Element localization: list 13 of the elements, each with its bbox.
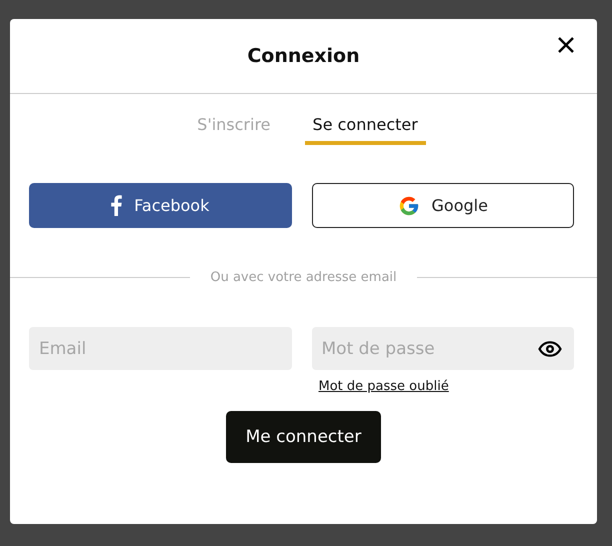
login-button[interactable]: Me connecter xyxy=(226,411,382,463)
google-login-button[interactable]: Google xyxy=(312,183,574,228)
google-icon xyxy=(398,194,420,216)
close-icon[interactable] xyxy=(557,36,575,54)
email-field[interactable]: Email xyxy=(29,327,292,370)
forgot-password-link[interactable]: Mot de passe oublié xyxy=(318,379,449,394)
eye-icon[interactable] xyxy=(538,341,562,357)
facebook-login-button[interactable]: Facebook xyxy=(29,183,292,228)
divider-label: Ou avec votre adresse email xyxy=(210,270,397,285)
tab[interactable]: Se connecter xyxy=(304,113,426,145)
password-field[interactable]: Mot de passe xyxy=(312,327,574,370)
facebook-icon xyxy=(111,195,122,216)
dialog-title: Connexion xyxy=(247,45,360,67)
